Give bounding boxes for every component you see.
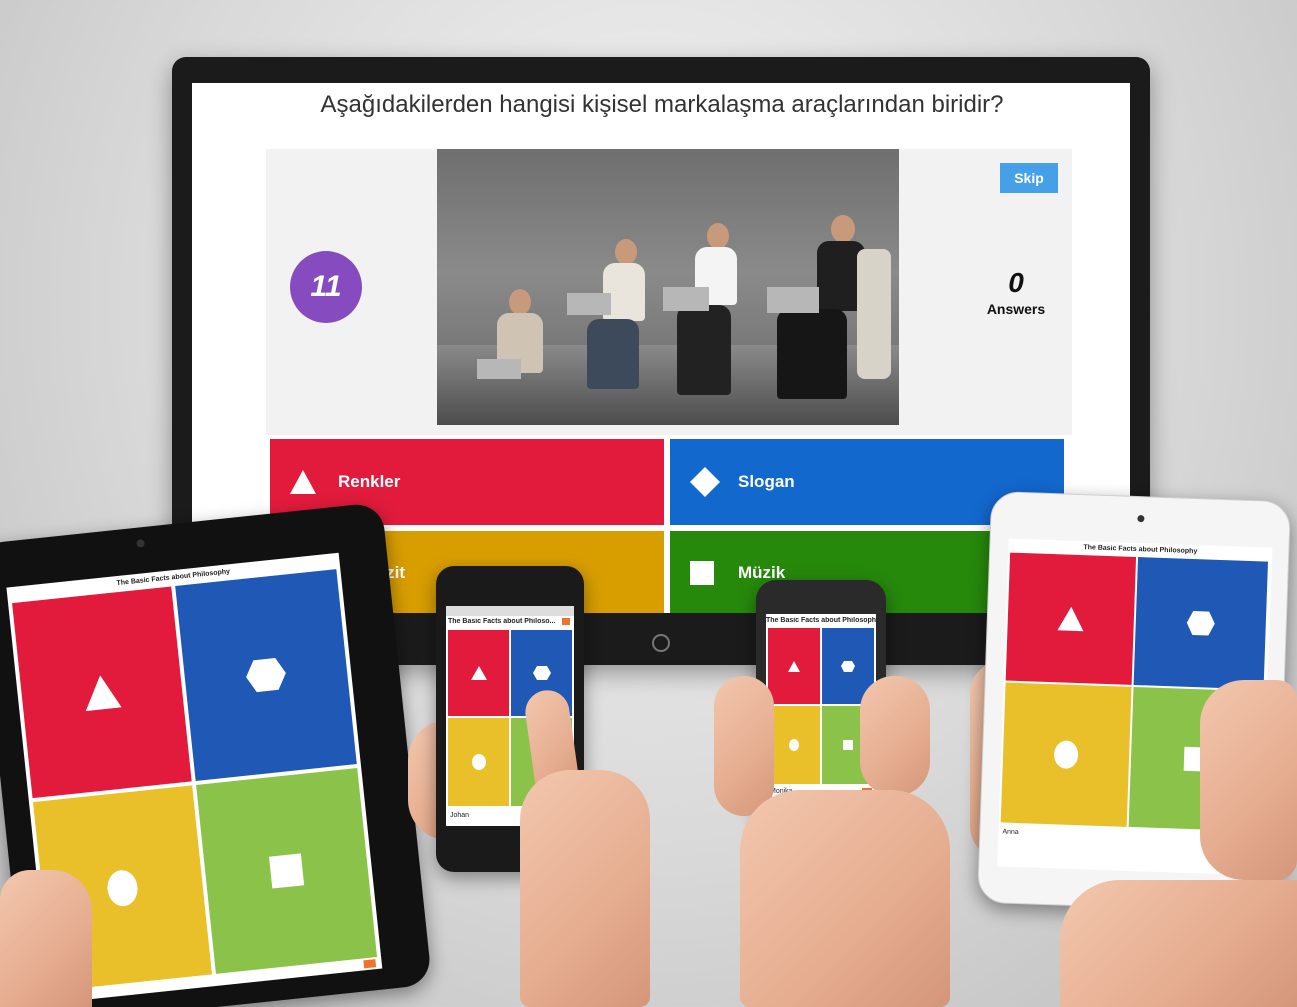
office-chair [857,249,891,379]
answer-tile-green[interactable] [196,768,378,974]
status-bar [446,606,574,616]
hexagon-icon [532,666,551,680]
menu-icon[interactable] [562,618,570,625]
question-title: Aşağıdakilerden hangisi kişisel markalaş… [320,91,1004,118]
laptop [663,287,709,311]
square-icon [843,740,853,750]
tv-home-button [652,634,670,652]
circle-icon [789,739,799,751]
diamond-icon [690,467,720,497]
question-image [437,149,899,425]
hexagon-icon [246,657,286,693]
triangle-icon [85,675,122,712]
hand-right [1060,880,1297,1007]
answer-label: Slogan [738,472,795,491]
hand-phone2 [740,790,950,1007]
camera [1137,515,1145,523]
hand-phone2-fingers [714,676,774,816]
hand-left [0,870,92,1007]
camera [136,539,145,548]
person-legs [587,319,639,389]
answer-tile-yellow[interactable] [1000,682,1132,827]
game-title: The Basic Facts about Philosophy [766,617,876,624]
answers-count: 0 [1008,267,1024,298]
answer-tile-yellow[interactable] [768,706,820,784]
person-head [707,223,729,249]
answer-tile-red[interactable] [448,630,509,716]
triangle-icon [788,660,800,672]
hexagon-icon [1186,611,1215,636]
square-icon [690,561,714,585]
laptop [767,287,819,313]
answer-tile-blue[interactable] [175,569,357,781]
answer-tile-yellow[interactable] [448,718,509,806]
person-legs [677,305,731,395]
square-icon [268,853,305,889]
player-name: Johan [450,812,470,819]
countdown-timer: 11 [290,251,362,323]
person-head [509,289,531,315]
triangle-icon [470,666,487,680]
hand-phone2-thumb [860,676,930,796]
person-head [831,215,855,243]
triangle-icon [290,470,316,494]
hand-phone1 [520,770,650,1007]
answers-label: Answers [986,301,1046,317]
person-legs [777,309,847,399]
circle-icon [107,870,138,907]
triangle-icon [1057,606,1084,632]
hand-right-thumb [1200,680,1297,880]
answer-tile-red[interactable] [12,586,192,799]
hexagon-icon [841,660,855,672]
menu-icon[interactable] [363,959,377,969]
player-name: Anna [1002,828,1019,837]
question-stage: 11 Skip 0 Answers [266,149,1072,435]
answer-label: Renkler [338,472,401,491]
game-title: The Basic Facts about Philoso... [448,618,556,625]
circle-icon [471,754,486,770]
skip-button[interactable]: Skip [1000,163,1058,193]
laptop [567,293,611,315]
circle-icon [1054,740,1079,769]
person-head [615,239,637,265]
laptop [477,359,521,379]
answer-tile-blue[interactable] [1133,557,1268,690]
answer-tile-red[interactable] [768,628,820,704]
answer-tile-red[interactable] [1005,552,1137,685]
